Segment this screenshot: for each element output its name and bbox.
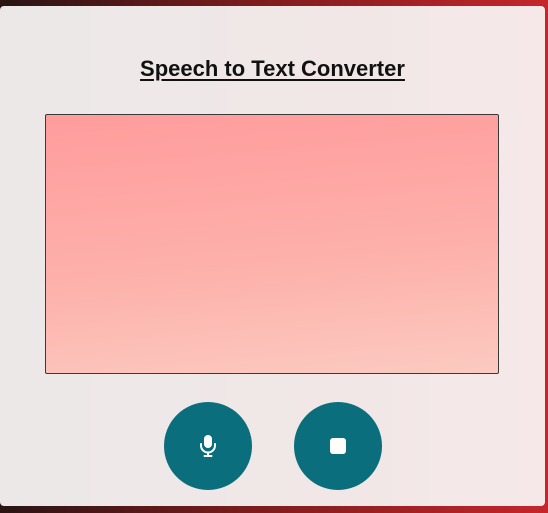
start-recording-button[interactable] [164, 402, 252, 490]
transcript-textarea[interactable] [45, 114, 499, 374]
stop-icon [329, 437, 347, 455]
converter-card: Speech to Text Converter [0, 6, 545, 506]
page-title: Speech to Text Converter [140, 56, 405, 81]
stop-recording-button[interactable] [294, 402, 382, 490]
microphone-icon [199, 434, 217, 458]
